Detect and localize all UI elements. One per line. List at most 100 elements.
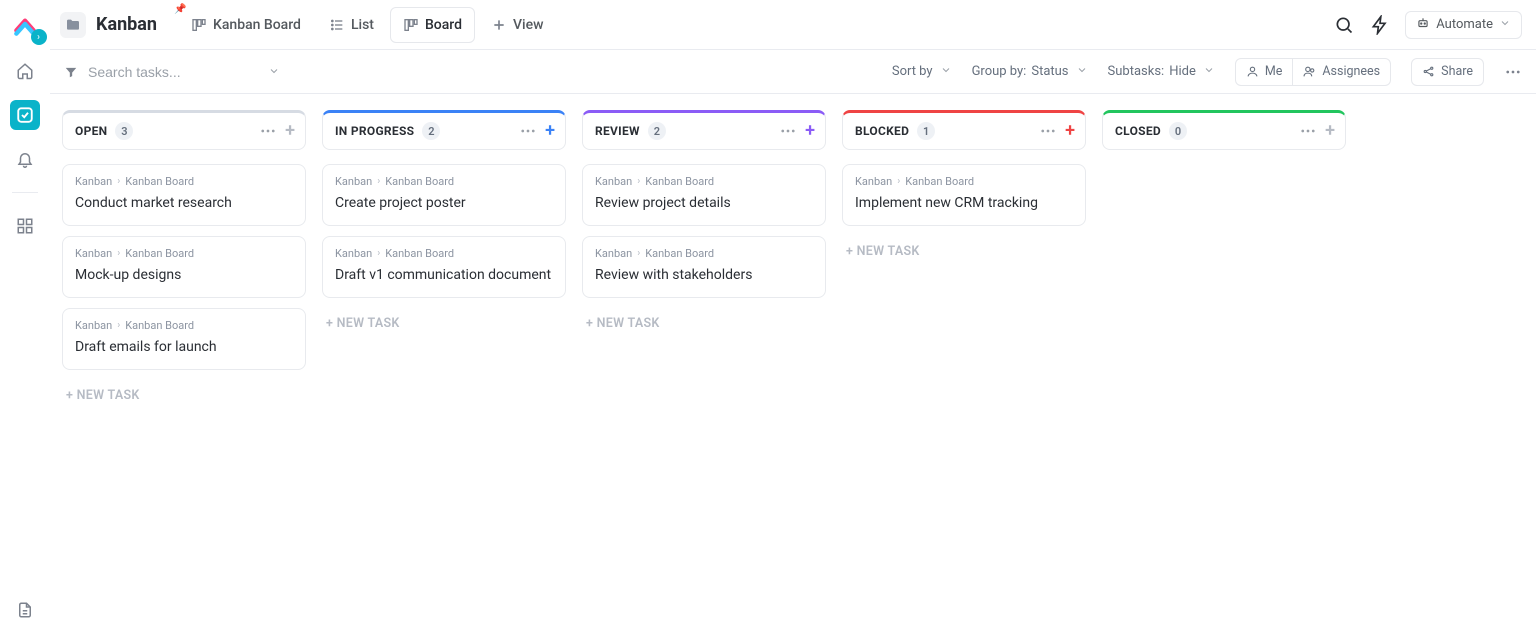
task-card[interactable]: Kanban›Kanban BoardImplement new CRM tra… [842, 164, 1086, 226]
breadcrumb: Kanban›Kanban Board [75, 247, 293, 260]
column-name: REVIEW [595, 124, 640, 138]
column-header[interactable]: IN PROGRESS2+ [322, 110, 566, 150]
filter-me-label: Me [1265, 64, 1283, 79]
column-more-button[interactable] [779, 122, 797, 140]
column-more-button[interactable] [259, 122, 277, 140]
group-by-dropdown[interactable]: Group by: Status [972, 64, 1088, 80]
document-icon[interactable] [10, 595, 40, 625]
column-header[interactable]: REVIEW 2 + [582, 110, 826, 150]
search-icon[interactable] [1333, 14, 1355, 36]
new-task-button[interactable]: + NEW TASK [582, 312, 826, 335]
task-title: Review project details [595, 194, 813, 213]
pin-icon: 📌 [174, 4, 186, 15]
column-header[interactable]: OPEN3+ [62, 110, 306, 150]
board-column: OPEN3+Kanban›Kanban BoardConduct market … [62, 110, 306, 623]
bolt-icon[interactable] [1369, 14, 1391, 36]
task-card[interactable]: Kanban›Kanban Board Create project poster [322, 164, 566, 226]
share-button[interactable]: Share [1412, 59, 1483, 85]
task-card[interactable]: Kanban›Kanban BoardConduct market resear… [62, 164, 306, 226]
task-card[interactable]: Kanban›Kanban Board Mock-up designs [62, 236, 306, 298]
toolbar-more-button[interactable] [1504, 63, 1522, 81]
tasks-icon[interactable] [10, 100, 40, 130]
chevron-right-icon: › [897, 176, 900, 187]
chevron-down-icon [1076, 64, 1088, 80]
column-cards: Kanban›Kanban Board Review project detail… [582, 164, 826, 298]
column-count: 1 [917, 122, 935, 140]
task-card[interactable]: Kanban›Kanban BoardReview project detail… [582, 164, 826, 226]
column-add-button[interactable]: + [805, 122, 815, 140]
tab-list[interactable]: List [317, 7, 386, 43]
chevron-down-icon[interactable] [268, 62, 280, 81]
sort-by-dropdown[interactable]: Sort by [892, 64, 952, 80]
search-input[interactable] [88, 64, 258, 80]
group-by-label: Group by: [972, 64, 1027, 79]
chevron-right-icon: › [377, 248, 380, 259]
subtasks-value: Hide [1169, 64, 1196, 79]
column-add-button[interactable]: + [1325, 122, 1335, 140]
user-icon [1246, 65, 1259, 78]
new-task-button[interactable]: + NEW TASK [62, 384, 306, 407]
plus-icon [491, 17, 507, 33]
column-header[interactable]: CLOSED0+ [1102, 110, 1346, 150]
top-header: Kanban 📌 Kanban Board List [50, 0, 1536, 50]
new-task-button[interactable]: + NEW TASK [322, 312, 566, 335]
apps-icon[interactable] [10, 211, 40, 241]
robot-icon [1416, 16, 1430, 34]
assignee-filter-group: Me Assignees [1235, 58, 1391, 86]
home-icon[interactable] [10, 56, 40, 86]
column-add-button[interactable]: + [1065, 122, 1075, 140]
column-count: 2 [648, 122, 666, 140]
column-add-button[interactable]: + [545, 122, 555, 140]
share-label: Share [1441, 64, 1473, 79]
column-more-button[interactable] [1039, 122, 1057, 140]
column-more-button[interactable] [519, 122, 537, 140]
breadcrumb: Kanban›Kanban Board [335, 247, 553, 260]
column-count: 2 [422, 122, 440, 140]
subtasks-label: Subtasks: [1108, 64, 1165, 79]
view-tabs: 📌 Kanban Board List Board [179, 7, 555, 43]
new-task-button[interactable]: + NEW TASK [842, 240, 1086, 263]
kanban-board: OPEN3+Kanban›Kanban BoardConduct market … [50, 94, 1536, 639]
subtasks-dropdown[interactable]: Subtasks: Hide [1108, 64, 1215, 80]
task-card[interactable]: Kanban›Kanban BoardDraft emails for laun… [62, 308, 306, 370]
filter-icon[interactable] [64, 65, 78, 79]
tab-kanban-board[interactable]: 📌 Kanban Board [179, 7, 313, 43]
column-more-button[interactable] [1299, 122, 1317, 140]
automate-label: Automate [1436, 17, 1493, 32]
filter-me-button[interactable]: Me [1236, 59, 1293, 85]
folder-icon[interactable] [60, 12, 86, 38]
column-name: CLOSED [1115, 124, 1161, 138]
tab-board[interactable]: Board [390, 7, 475, 43]
column-cards: Kanban›Kanban BoardImplement new CRM tra… [842, 164, 1086, 226]
column-name: OPEN [75, 124, 107, 138]
task-title: Mock-up designs [75, 266, 293, 285]
tab-label: Kanban Board [213, 17, 301, 33]
share-icon [1422, 65, 1435, 78]
task-title: Draft v1 communication document [335, 266, 553, 285]
task-card[interactable]: Kanban›Kanban Board Draft v1 communicatio… [322, 236, 566, 298]
column-header[interactable]: BLOCKED1+ [842, 110, 1086, 150]
breadcrumb: Kanban›Kanban Board [595, 247, 813, 260]
bell-icon[interactable] [10, 144, 40, 174]
chevron-right-icon: › [117, 320, 120, 331]
task-title: Create project poster [335, 194, 553, 213]
breadcrumb: Kanban›Kanban Board [75, 319, 293, 332]
task-title: Conduct market research [75, 194, 293, 213]
task-card[interactable]: Kanban›Kanban BoardReview with stakehold… [582, 236, 826, 298]
users-icon [1303, 65, 1316, 78]
sidebar-separator [12, 192, 38, 193]
board-toolbar: Sort by Group by: Status Subtasks: Hide [50, 50, 1536, 94]
filter-assignees-button[interactable]: Assignees [1292, 59, 1390, 85]
automate-button[interactable]: Automate [1405, 11, 1522, 39]
app-logo[interactable]: › [6, 8, 44, 42]
board-column: IN PROGRESS2+Kanban›Kanban BoardCreate p… [322, 110, 566, 623]
chevron-down-icon [940, 64, 952, 80]
task-title: Implement new CRM tracking [855, 194, 1073, 213]
breadcrumb: Kanban›Kanban Board [335, 175, 553, 188]
chevron-right-icon: › [117, 176, 120, 187]
tab-label: View [513, 17, 544, 33]
workspace-title[interactable]: Kanban [96, 14, 157, 35]
tab-add-view[interactable]: View [479, 7, 556, 43]
main-area: Kanban 📌 Kanban Board List [50, 0, 1536, 639]
column-add-button[interactable]: + [285, 122, 295, 140]
